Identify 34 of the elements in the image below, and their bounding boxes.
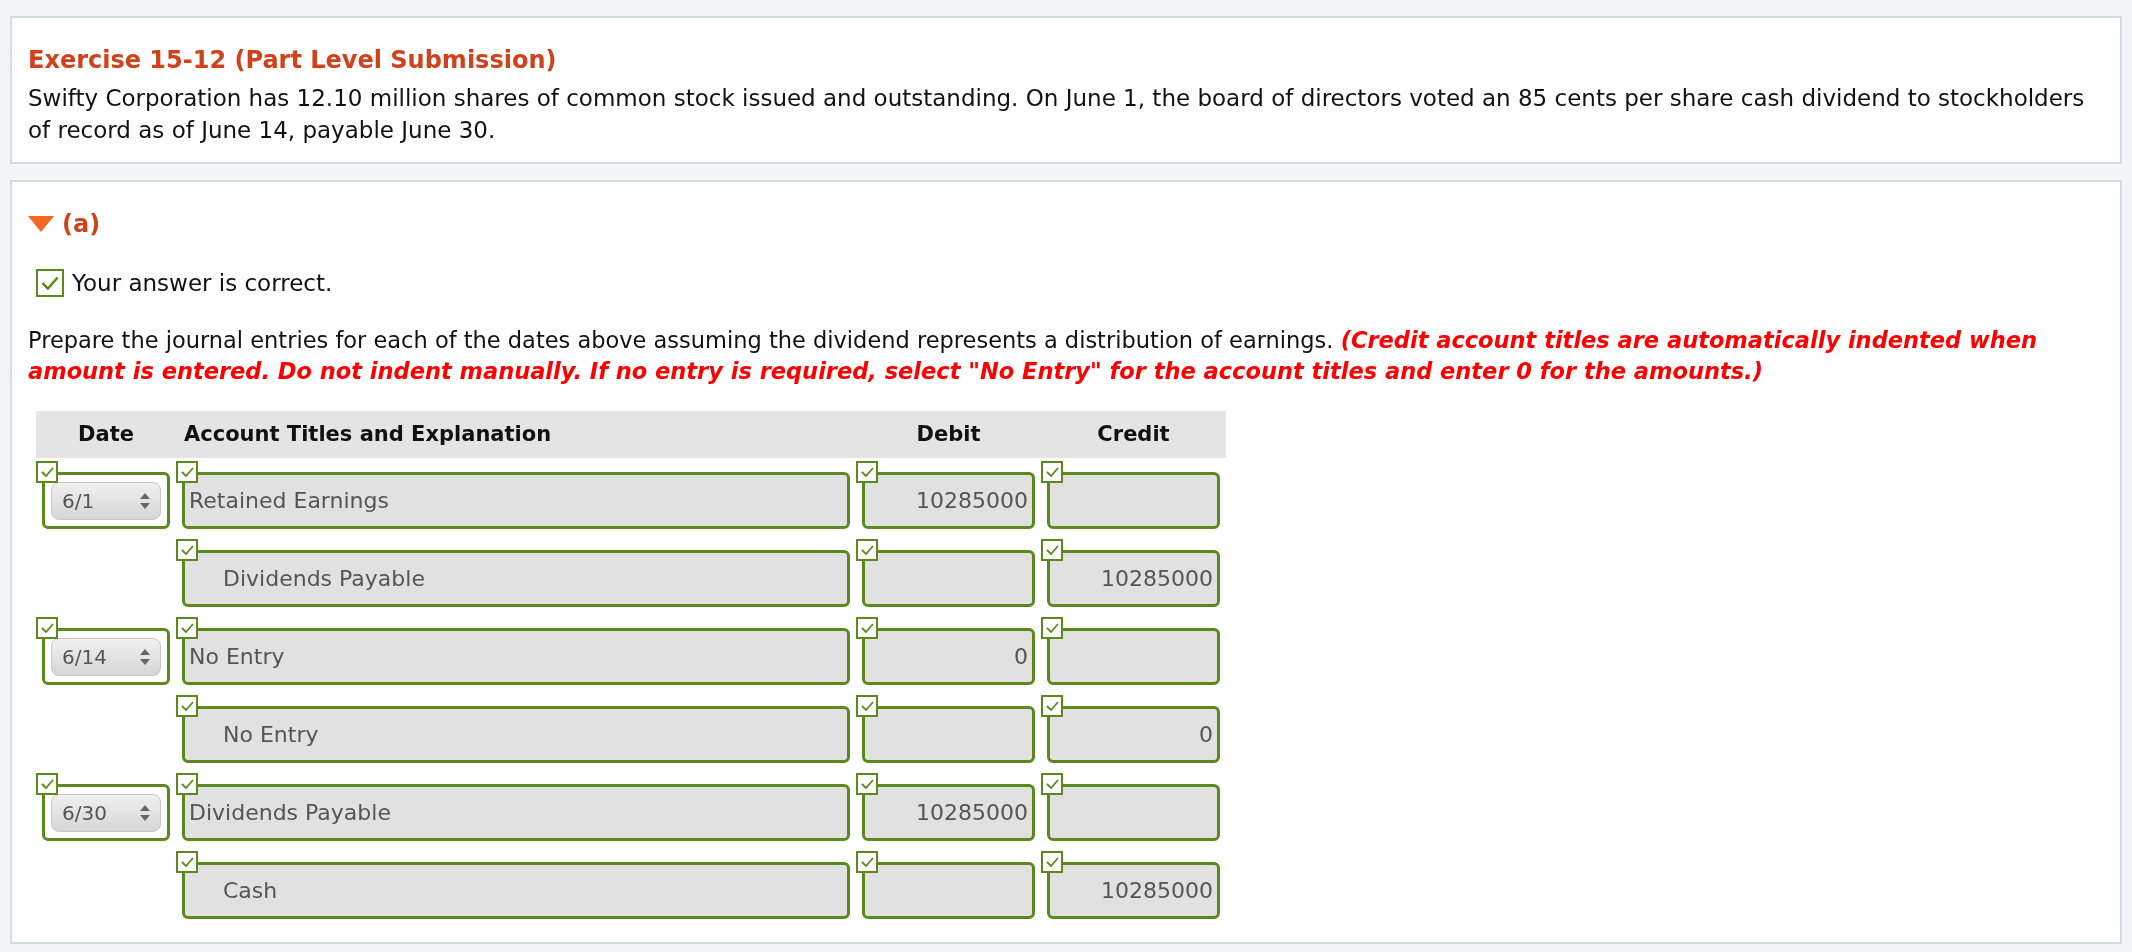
credit-field[interactable]: 0	[1047, 706, 1220, 763]
debit-field[interactable]: 10285000	[862, 784, 1035, 841]
credit-field[interactable]	[1047, 784, 1220, 841]
column-header: Date	[78, 421, 134, 446]
debit-field[interactable]	[862, 862, 1035, 919]
credit-field[interactable]: 10285000	[1047, 550, 1220, 607]
exercise-title: Exercise 15-12 (Part Level Submission)	[28, 45, 558, 76]
date-select[interactable]: 6/1	[42, 472, 170, 529]
column-header: Credit	[1097, 421, 1170, 446]
account-field[interactable]: Dividends Payable	[182, 550, 850, 607]
debit-field[interactable]	[862, 706, 1035, 763]
sort-arrows-icon	[140, 804, 150, 821]
caret-down-icon[interactable]	[28, 216, 54, 232]
debit-field[interactable]	[862, 550, 1035, 607]
account-field[interactable]: Cash	[182, 862, 850, 919]
account-field[interactable]: Retained Earnings	[182, 472, 850, 529]
part-label[interactable]: (a)	[62, 206, 101, 242]
column-header: Account Titles and Explanation	[184, 421, 552, 446]
instructions-text: Prepare the journal entries for each of the dates above assuming the dividend represents a distribution of earnings. (Credit account titles are automatically indented when amount is entered. Do not indent manually. If no entry is required, select "No Entry" for the account titles and enter 0 for the amounts.)	[28, 325, 2039, 386]
date-select[interactable]: 6/14	[42, 628, 170, 685]
account-field[interactable]: No Entry	[182, 628, 850, 685]
account-field[interactable]: No Entry	[182, 706, 850, 763]
exercise-text: Swifty Corporation has 12.10 million shares of common stock issued and outstanding. On June 1, the board of directors voted an 85 cents per share cash dividend to stockholders of record as of June 14, payable June 30.	[28, 84, 2086, 145]
date-select[interactable]: 6/30	[42, 784, 170, 841]
credit-field[interactable]: 10285000	[1047, 862, 1220, 919]
credit-field[interactable]	[1047, 472, 1220, 529]
sort-arrows-icon	[140, 648, 150, 665]
column-header: Debit	[916, 421, 981, 446]
result-text: Your answer is correct.	[72, 269, 333, 298]
sort-arrows-icon	[140, 492, 150, 509]
account-field[interactable]: Dividends Payable	[182, 784, 850, 841]
debit-field[interactable]: 10285000	[862, 472, 1035, 529]
debit-field[interactable]: 0	[862, 628, 1035, 685]
credit-field[interactable]	[1047, 628, 1220, 685]
